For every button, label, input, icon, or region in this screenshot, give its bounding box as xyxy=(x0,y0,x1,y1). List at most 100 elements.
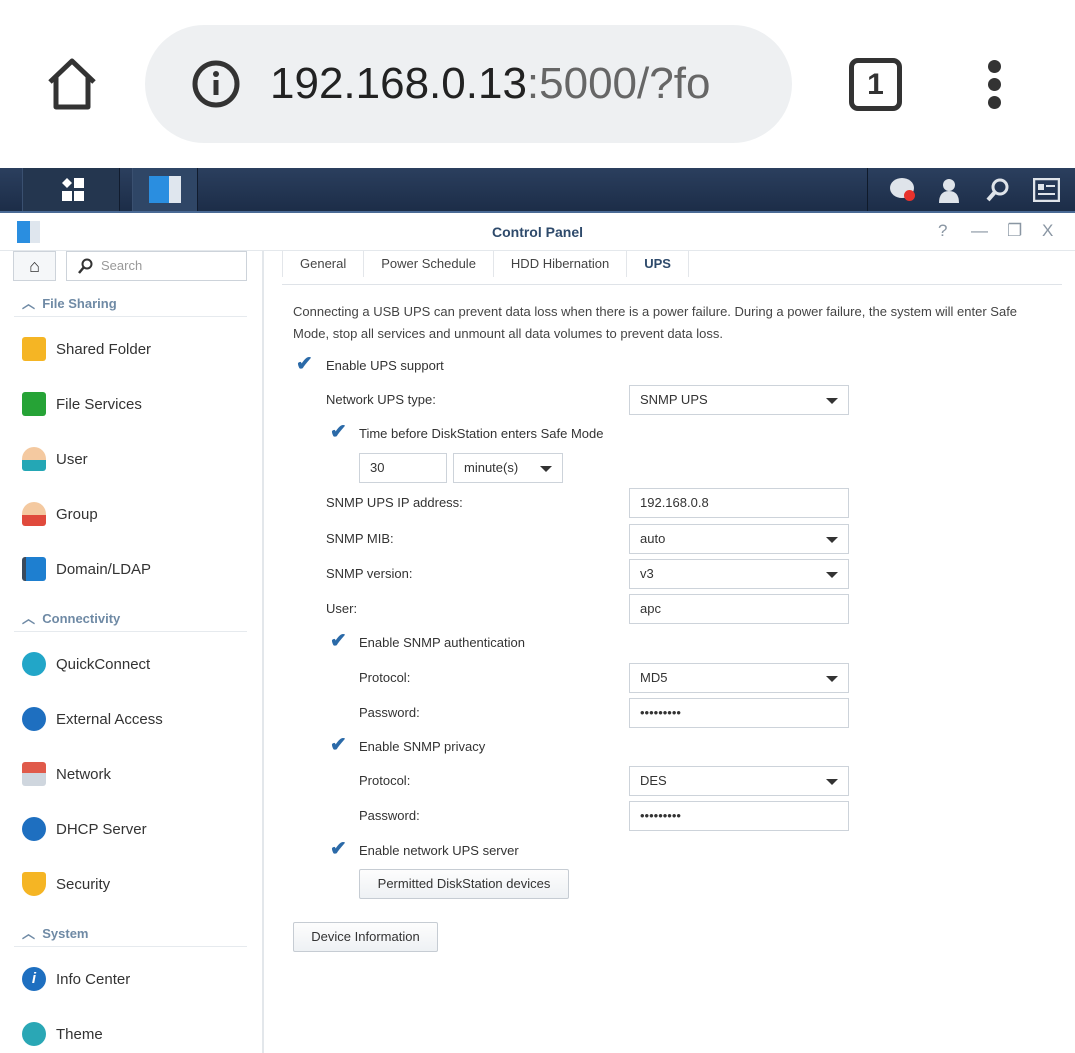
dhcp-icon xyxy=(22,817,46,841)
priv-password-input[interactable]: ••••••••• xyxy=(629,801,849,831)
device-information-button[interactable]: Device Information xyxy=(293,922,438,952)
url-host: 192.168.0.13 xyxy=(270,59,527,108)
sidebar-item-theme[interactable]: Theme xyxy=(22,1022,103,1046)
sidebar-item-label: File Services xyxy=(56,395,142,413)
sidebar-item-label: Network xyxy=(56,765,112,783)
file-services-icon xyxy=(22,392,46,416)
home-icon: ⌂ xyxy=(29,256,40,276)
ip-input[interactable]: 192.168.0.8 xyxy=(629,488,849,518)
tab-count-button[interactable]: 1 xyxy=(849,58,902,111)
sidebar-item-info-center[interactable]: i Info Center xyxy=(22,967,130,991)
restore-button[interactable]: ❐ xyxy=(1007,221,1022,241)
home-icon[interactable] xyxy=(44,56,100,112)
minimize-button[interactable]: — xyxy=(971,221,988,241)
quickconnect-icon xyxy=(22,652,46,676)
sidebar-item-label: QuickConnect xyxy=(56,655,151,673)
search-icon[interactable] xyxy=(985,177,1011,203)
priv-protocol-select[interactable]: DES xyxy=(629,766,849,796)
tab-bar: General Power Schedule HDD Hibernation U… xyxy=(282,251,1062,285)
control-panel-icon xyxy=(149,176,169,203)
shield-icon xyxy=(22,872,46,896)
auth-password-label: Password: xyxy=(359,705,420,720)
user-input[interactable]: apc xyxy=(629,594,849,624)
section-connectivity[interactable]: ︿ Connectivity xyxy=(22,608,120,627)
user-icon xyxy=(22,447,46,471)
search-placeholder: Search xyxy=(101,258,143,273)
tab-general[interactable]: General xyxy=(282,251,365,277)
widgets-icon[interactable] xyxy=(1033,178,1060,202)
dsm-taskbar xyxy=(0,168,1075,213)
sidebar-item-label: Info Center xyxy=(56,970,131,988)
enable-ups-checkbox[interactable]: ✔ xyxy=(296,354,316,375)
network-house-icon xyxy=(22,762,46,786)
sidebar-item-shared-folder[interactable]: Shared Folder xyxy=(22,337,151,361)
sidebar-item-label: Theme xyxy=(56,1025,103,1043)
main-menu-button[interactable] xyxy=(22,168,120,211)
network-ups-type-select[interactable]: SNMP UPS xyxy=(629,385,849,415)
network-ups-type-label: Network UPS type: xyxy=(326,392,436,407)
close-button[interactable]: X xyxy=(1042,221,1053,241)
privacy-label: Enable SNMP privacy xyxy=(359,739,486,754)
sidebar-item-quickconnect[interactable]: QuickConnect xyxy=(22,652,150,676)
search-icon xyxy=(78,258,93,274)
ups-server-checkbox[interactable]: ✔ xyxy=(330,839,350,860)
safe-mode-checkbox[interactable]: ✔ xyxy=(330,422,350,443)
version-label: SNMP version: xyxy=(326,566,413,581)
time-input[interactable]: 30 xyxy=(359,453,447,483)
browser-toolbar: 192.168.0.13:5000/?fo 1 xyxy=(0,0,1075,168)
info-icon[interactable] xyxy=(191,59,241,109)
ups-server-label: Enable network UPS server xyxy=(359,843,519,858)
window-title: Control Panel xyxy=(491,224,583,240)
permitted-devices-button[interactable]: Permitted DiskStation devices xyxy=(359,869,569,899)
sidebar: ⌂ Search ︿ File Sharing Shared Folder Fi… xyxy=(0,251,264,1053)
group-icon xyxy=(22,502,46,526)
auth-checkbox[interactable]: ✔ xyxy=(330,631,350,652)
sidebar-item-external-access[interactable]: External Access xyxy=(22,707,163,731)
enable-ups-label: Enable UPS support xyxy=(326,358,444,373)
info-icon: i xyxy=(22,967,46,991)
domain-ldap-icon xyxy=(22,557,46,581)
auth-password-input[interactable]: ••••••••• xyxy=(629,698,849,728)
auth-protocol-select[interactable]: MD5 xyxy=(629,663,849,693)
menu-icon[interactable] xyxy=(988,60,1002,109)
auth-label: Enable SNMP authentication xyxy=(359,635,525,650)
sidebar-item-user[interactable]: User xyxy=(22,447,88,471)
privacy-checkbox[interactable]: ✔ xyxy=(330,735,350,756)
notifications-icon[interactable] xyxy=(890,178,915,201)
url-rest: :5000/?fo xyxy=(526,59,711,108)
sidebar-item-label: External Access xyxy=(56,710,163,728)
help-button[interactable]: ? xyxy=(938,221,947,241)
section-system[interactable]: ︿ System xyxy=(22,923,88,942)
window-titlebar[interactable]: Control Panel ? — ❐ X xyxy=(0,213,1075,251)
user-label: User: xyxy=(326,601,358,616)
sidebar-item-label: DHCP Server xyxy=(56,820,147,838)
tab-power-schedule[interactable]: Power Schedule xyxy=(364,251,494,277)
search-input[interactable]: Search xyxy=(66,251,247,281)
sidebar-item-file-services[interactable]: File Services xyxy=(22,392,142,416)
user-icon[interactable] xyxy=(937,177,961,203)
version-select[interactable]: v3 xyxy=(629,559,849,589)
sidebar-item-domain-ldap[interactable]: Domain/LDAP xyxy=(22,557,151,581)
sidebar-item-network[interactable]: Network xyxy=(22,762,111,786)
tab-ups[interactable]: UPS xyxy=(627,251,689,277)
time-unit-select[interactable]: minute(s) xyxy=(453,453,563,483)
tab-hdd-hibernation[interactable]: HDD Hibernation xyxy=(494,251,628,277)
sidebar-item-label: Group xyxy=(56,505,98,523)
mib-select[interactable]: auto xyxy=(629,524,849,554)
sidebar-item-label: Shared Folder xyxy=(56,340,152,358)
ip-label: SNMP UPS IP address: xyxy=(326,495,463,510)
control-panel-taskbar-button[interactable] xyxy=(132,168,198,211)
priv-password-label: Password: xyxy=(359,808,420,823)
ups-description: Connecting a USB UPS can prevent data lo… xyxy=(293,304,1018,341)
address-bar[interactable]: 192.168.0.13:5000/?fo xyxy=(145,25,792,143)
sidebar-item-label: User xyxy=(56,450,88,468)
sidebar-item-dhcp-server[interactable]: DHCP Server xyxy=(22,817,147,841)
sidebar-item-group[interactable]: Group xyxy=(22,502,98,526)
apps-grid-icon xyxy=(62,178,84,201)
sidebar-item-label: Security xyxy=(56,875,111,893)
palette-icon xyxy=(22,1022,46,1046)
section-file-sharing[interactable]: ︿ File Sharing xyxy=(22,293,117,312)
sidebar-item-security[interactable]: Security xyxy=(22,872,110,896)
mib-label: SNMP MIB: xyxy=(326,531,394,546)
home-button[interactable]: ⌂ xyxy=(13,251,56,281)
